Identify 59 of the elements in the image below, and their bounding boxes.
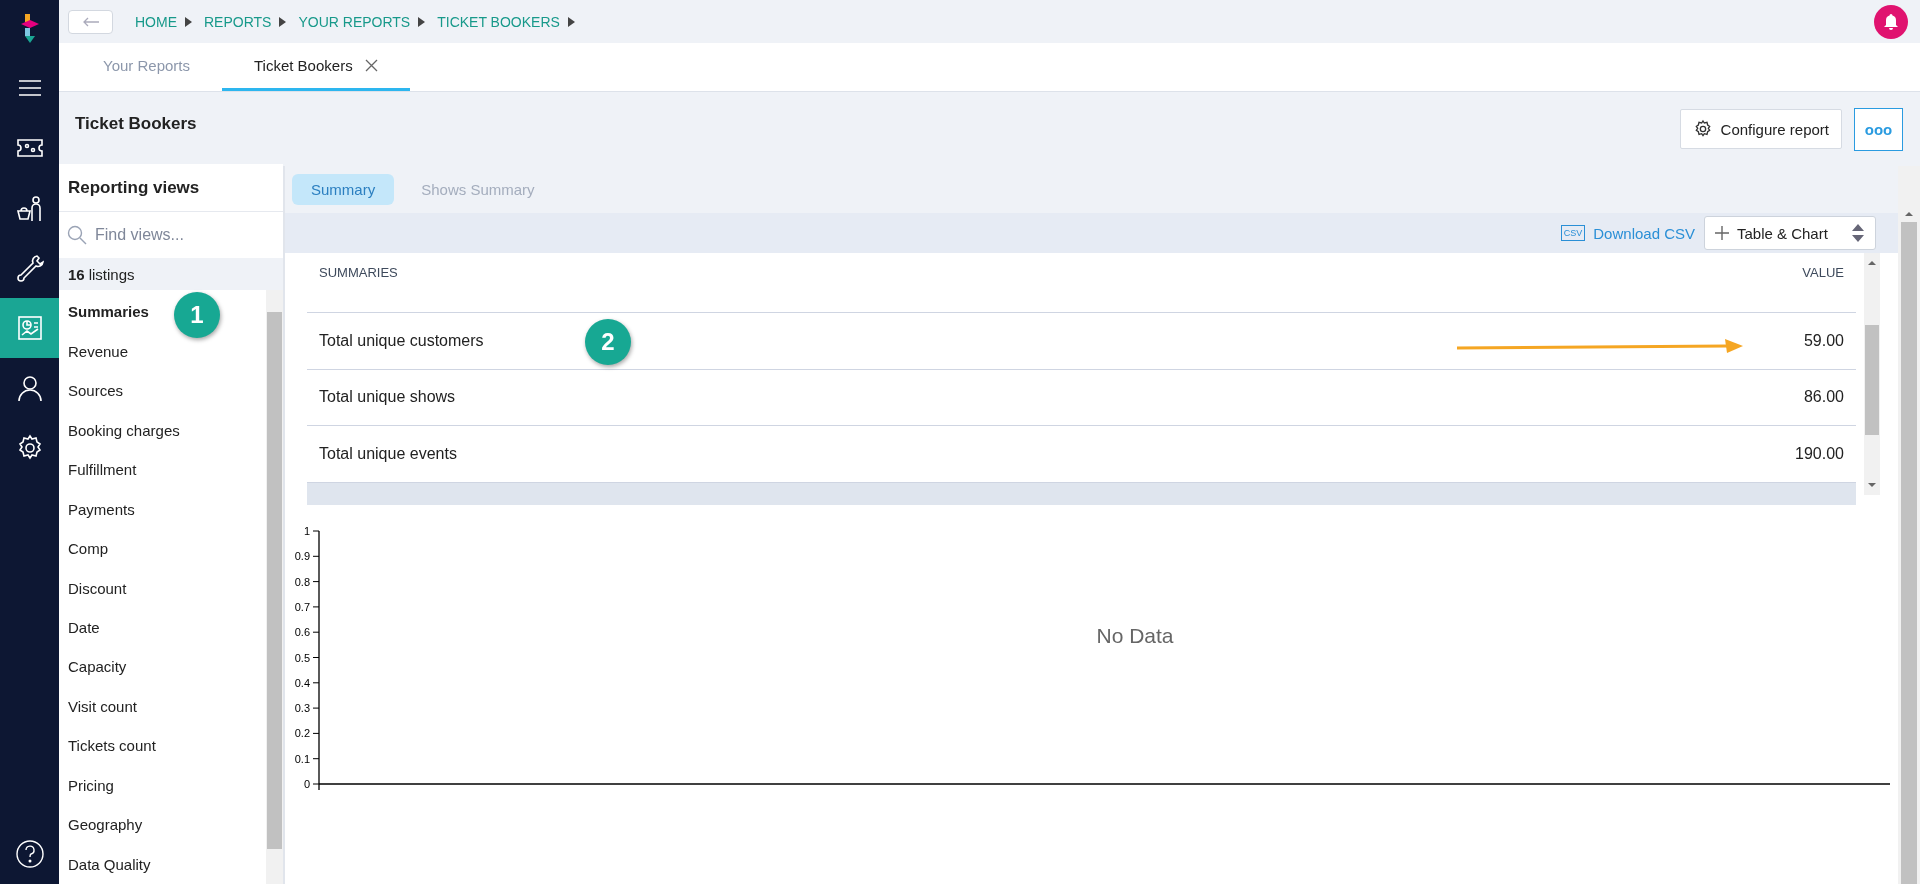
table-cell: Total unique shows xyxy=(319,388,456,407)
view-list-item[interactable]: Fulfillment xyxy=(68,449,137,490)
view-list-item[interactable]: Discount xyxy=(68,568,127,608)
display-mode-select[interactable]: Table & Chart xyxy=(1704,216,1876,250)
view-list-item[interactable]: Revenue xyxy=(68,331,129,371)
axis-tick-label: 0.8 xyxy=(294,575,310,588)
view-list-item[interactable]: Pricing xyxy=(68,765,114,806)
scroll-up-icon[interactable] xyxy=(1904,210,1914,218)
view-list-item[interactable]: Data Quality xyxy=(68,844,151,884)
caret-icon xyxy=(567,16,575,27)
axis-tick-label: 0.2 xyxy=(294,727,310,740)
axis-tick-label: 0 xyxy=(303,778,310,790)
csv-file-icon: CSV xyxy=(1560,225,1586,241)
close-icon[interactable] xyxy=(364,59,378,72)
caret-icon xyxy=(279,16,287,27)
configure-report-button[interactable]: Configure report xyxy=(1679,109,1842,149)
scrollbar[interactable] xyxy=(1864,253,1880,495)
scrollbar[interactable] xyxy=(266,290,283,884)
view-list-item[interactable]: Date xyxy=(68,607,100,648)
sort-arrows-icon xyxy=(1851,223,1865,243)
sidebar-title: Reporting views xyxy=(59,164,283,212)
axis-tick-label: 0.7 xyxy=(294,600,310,613)
table-cell: Total unique events xyxy=(319,445,457,464)
view-list-item[interactable]: Payments xyxy=(68,489,135,529)
caret-icon xyxy=(185,16,192,27)
view-list-item[interactable]: Tickets count xyxy=(68,726,156,766)
axis-tick-label: 1 xyxy=(303,525,310,537)
view-list-item[interactable]: Geography xyxy=(68,805,143,845)
plus-icon xyxy=(1715,226,1729,240)
search-icon xyxy=(67,225,87,245)
view-list-item[interactable]: Capacity xyxy=(68,647,127,687)
column-header: VALUE xyxy=(1802,265,1844,282)
column-header: SUMMARIES xyxy=(319,265,398,282)
axis-tick-label: 0.1 xyxy=(294,752,310,765)
scroll-down-icon[interactable] xyxy=(1867,481,1877,489)
scroll-up-icon[interactable] xyxy=(1867,259,1877,267)
view-list-item[interactable]: Booking charges xyxy=(68,410,180,450)
view-list-item[interactable]: Visit count xyxy=(68,686,137,727)
table-cell: 86.00 xyxy=(1803,388,1844,407)
table-cell: Total unique customers xyxy=(319,331,484,350)
table-cell: 190.00 xyxy=(1795,445,1844,464)
page-title: Ticket Bookers xyxy=(75,114,197,134)
view-list-item[interactable]: Sources xyxy=(68,370,124,411)
view-list-item[interactable]: Summaries xyxy=(68,292,149,332)
settings-icon xyxy=(1692,119,1713,139)
axis-tick-label: 0.4 xyxy=(294,676,310,689)
view-list-item[interactable]: Comp xyxy=(68,528,108,569)
arrow-left-icon xyxy=(81,16,100,27)
axis-tick-label: 0.3 xyxy=(294,702,310,715)
empty-chart-message: No Data xyxy=(1096,624,1174,647)
scrollbar[interactable] xyxy=(1898,166,1920,884)
axis-tick-label: 0.6 xyxy=(294,626,310,639)
axis-tick-label: 0.9 xyxy=(294,550,310,563)
listings-count: 16 listings xyxy=(59,258,283,290)
axis-tick-label: 0.5 xyxy=(294,651,310,664)
table-cell: 59.00 xyxy=(1803,331,1844,350)
caret-icon xyxy=(418,16,426,27)
notification-bell-button[interactable] xyxy=(1874,4,1908,39)
bell-icon xyxy=(1882,12,1900,31)
